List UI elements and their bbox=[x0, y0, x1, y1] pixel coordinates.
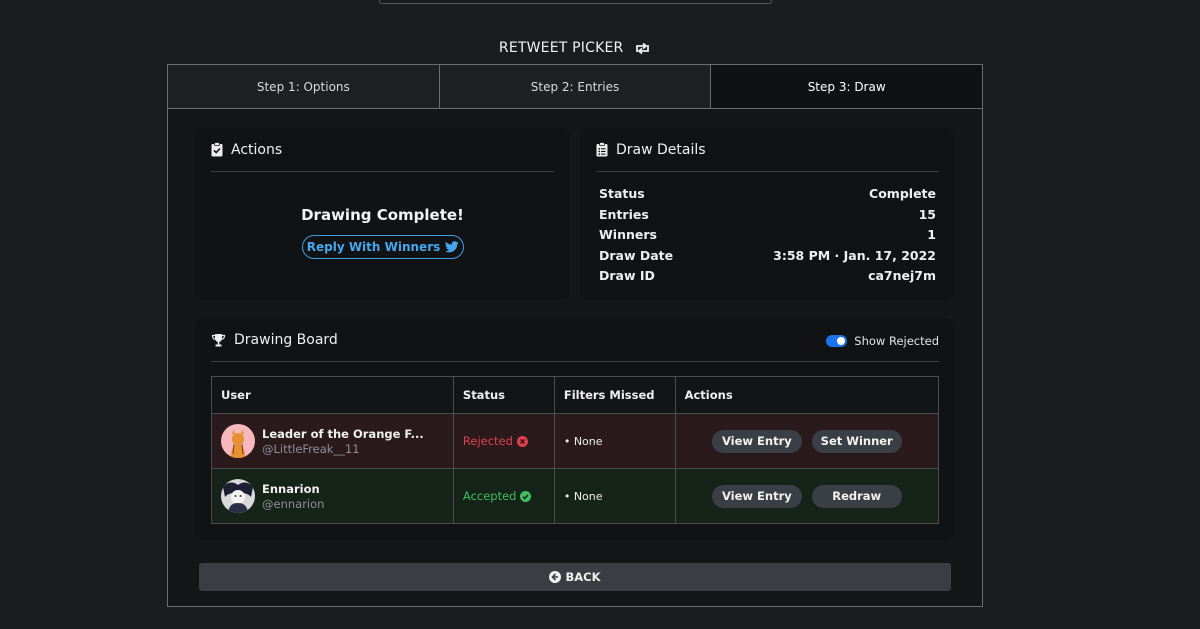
actions-card: Actions Drawing Complete! Reply With Win… bbox=[195, 128, 570, 300]
avatar[interactable] bbox=[221, 479, 255, 513]
redraw-button[interactable]: Redraw bbox=[811, 484, 902, 508]
user-name[interactable]: Leader of the Orange F... bbox=[262, 427, 424, 441]
user-handle[interactable]: @LittleFreak__11 bbox=[262, 442, 424, 456]
detail-row-winners: Winners 1 bbox=[599, 227, 936, 242]
status-cell: Rejected bbox=[452, 413, 555, 469]
view-entry-button[interactable]: View Entry bbox=[711, 429, 802, 453]
detail-row-entries: Entries 15 bbox=[599, 206, 936, 222]
clipboard-check-icon bbox=[211, 142, 223, 157]
filters-cell: • None bbox=[553, 413, 676, 469]
actions-header: Actions bbox=[211, 128, 554, 172]
retweet-icon bbox=[636, 42, 650, 55]
picker-panel: Step 1: Options Step 2: Entries Step 3: … bbox=[167, 64, 983, 607]
avatar[interactable] bbox=[221, 424, 255, 458]
user-name[interactable]: Ennarion bbox=[262, 482, 324, 496]
user-handle[interactable]: @ennarion bbox=[262, 497, 324, 511]
detail-row-draw-id: Draw ID ca7nej7m bbox=[599, 268, 936, 283]
reply-with-winners-button[interactable]: Reply With Winners bbox=[302, 235, 464, 259]
tab-step-1-options[interactable]: Step 1: Options bbox=[168, 65, 440, 108]
tab-step-2-entries[interactable]: Step 2: Entries bbox=[439, 65, 712, 108]
trophy-icon bbox=[211, 333, 226, 346]
set-winner-button[interactable]: Set Winner bbox=[811, 429, 902, 453]
details-list: Status Complete Entries 15 Winners 1 Draw D… bbox=[599, 186, 936, 289]
view-entry-button[interactable]: View Entry bbox=[711, 484, 802, 508]
column-header-user: User bbox=[211, 376, 454, 414]
twitter-icon bbox=[445, 241, 460, 253]
actions-cell: View Entry Redraw bbox=[674, 468, 940, 524]
draw-details-card: Draw Details Status Complete Entries 15 Wi… bbox=[580, 128, 955, 300]
clipboard-list-icon bbox=[596, 142, 608, 157]
filters-cell: • None bbox=[553, 468, 676, 524]
drawing-board-title: Drawing Board bbox=[234, 331, 338, 348]
draw-details-title: Draw Details bbox=[616, 141, 706, 158]
status-badge: Rejected bbox=[463, 434, 545, 448]
detail-row-status: Status Complete bbox=[599, 186, 936, 201]
drawing-board-table: User Status Filters Missed Actions Leade… bbox=[211, 376, 940, 524]
table-row: Ennarion @ennarion Accepted • None View … bbox=[211, 468, 940, 524]
draw-details-header: Draw Details bbox=[596, 128, 939, 172]
column-header-filters-missed: Filters Missed bbox=[553, 376, 676, 414]
table-header-row: User Status Filters Missed Actions bbox=[211, 376, 940, 414]
show-rejected-label: Show Rejected bbox=[854, 334, 939, 348]
column-header-status: Status bbox=[452, 376, 555, 414]
x-circle-icon bbox=[516, 435, 528, 447]
table-row: Leader of the Orange F... @LittleFreak__… bbox=[211, 413, 940, 469]
column-header-actions: Actions bbox=[674, 376, 940, 414]
user-cell: Ennarion @ennarion bbox=[211, 468, 454, 524]
user-cell: Leader of the Orange F... @LittleFreak__… bbox=[211, 413, 454, 469]
step-tabs: Step 1: Options Step 2: Entries Step 3: … bbox=[168, 65, 983, 109]
check-circle-icon bbox=[520, 490, 532, 502]
actions-cell: View Entry Set Winner bbox=[674, 413, 940, 469]
page-title: RETWEET PICKER bbox=[0, 40, 1150, 56]
top-search-input[interactable] bbox=[379, 0, 772, 4]
status-badge: Accepted bbox=[463, 489, 545, 503]
status-cell: Accepted bbox=[452, 468, 555, 524]
drawing-board-card: Drawing Board Show Rejected User Status … bbox=[195, 318, 955, 540]
tab-step-3-draw[interactable]: Step 3: Draw bbox=[711, 65, 983, 108]
show-rejected-toggle[interactable]: Show Rejected bbox=[826, 334, 939, 348]
back-button[interactable]: BACK bbox=[199, 563, 951, 591]
toggle-switch[interactable] bbox=[826, 335, 848, 347]
drawing-complete-message: Drawing Complete! bbox=[301, 206, 464, 224]
actions-title: Actions bbox=[231, 141, 283, 158]
arrow-left-circle-icon bbox=[549, 571, 562, 583]
detail-row-draw-date: Draw Date 3:58 PM · Jan. 17, 2022 bbox=[599, 247, 936, 263]
